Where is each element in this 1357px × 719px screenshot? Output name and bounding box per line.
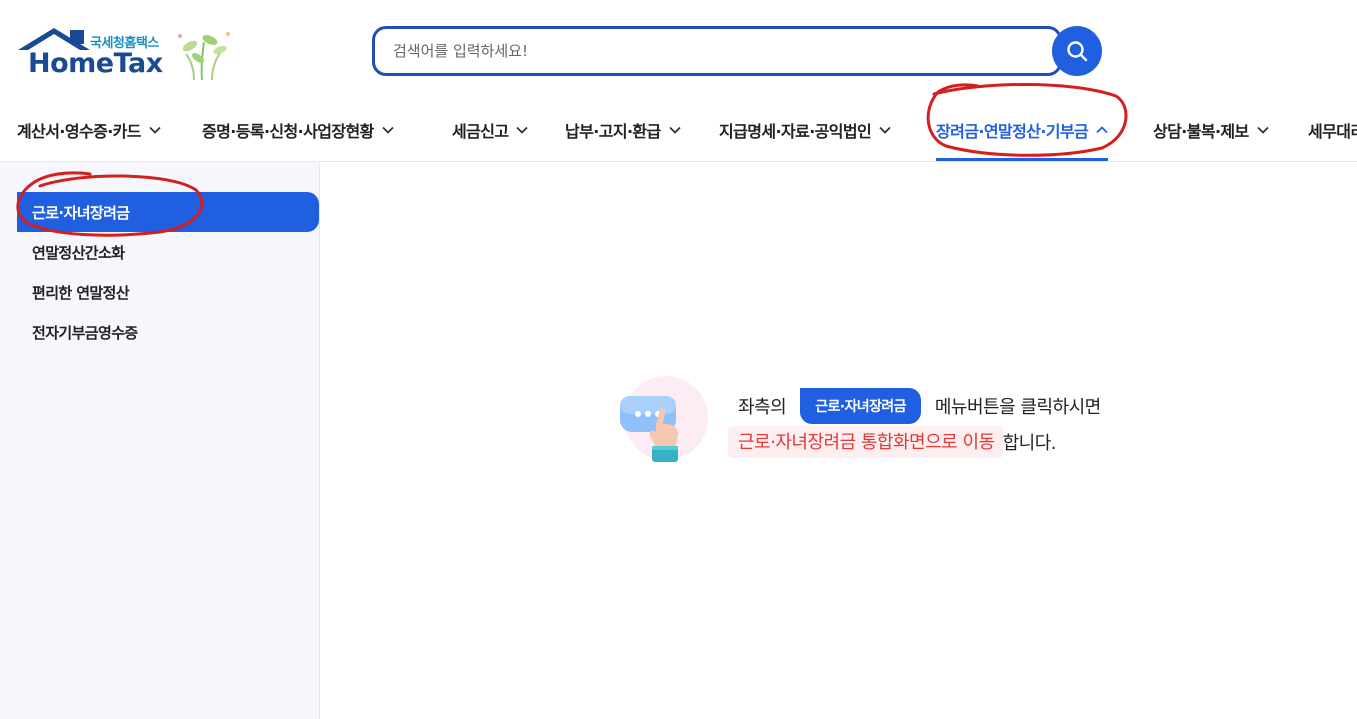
nav-item-tax-agent[interactable]: 세무대리	[1308, 100, 1357, 160]
nav-item-label: 세금신고	[452, 122, 509, 141]
chevron-down-icon	[516, 126, 529, 134]
guide-line-1: 좌측의 근로·자녀장려금 메뉴버튼을 클릭하시면	[738, 388, 1101, 424]
search-input[interactable]	[393, 29, 1033, 73]
guide-prefix: 좌측의	[738, 397, 787, 418]
nav-item-label: 증명·등록·신청·사업장현황	[202, 122, 374, 141]
nav-item-label: 장려금·연말정산·기부금	[936, 122, 1089, 141]
sidebar: 근로·자녀장려금 연말정산간소화 편리한 연말정산 전자기부금영수증	[0, 162, 320, 719]
guide-highlight: 근로·자녀장려금 통합화면으로 이동	[728, 426, 1003, 458]
sidebar-item-label: 편리한 연말정산	[32, 283, 130, 302]
search-icon	[1067, 41, 1088, 62]
chevron-down-icon	[669, 126, 681, 134]
search-box	[372, 26, 1062, 76]
nav-item-payment-statement[interactable]: 지급명세·자료·공익법인	[719, 100, 891, 160]
sidebar-item-donation-receipt[interactable]: 전자기부금영수증	[17, 312, 319, 352]
nav-item-label: 납부·고지·환급	[565, 122, 661, 141]
nav-item-payment-refund[interactable]: 납부·고지·환급	[565, 100, 681, 160]
nav-item-label: 계산서·영수증·카드	[17, 122, 142, 141]
chevron-down-icon	[149, 126, 161, 134]
nav-item-certificate-registration[interactable]: 증명·등록·신청·사업장현황	[202, 100, 394, 160]
nav-item-tax-filing[interactable]: 세금신고	[452, 100, 529, 160]
nav-item-consultation[interactable]: 상담·불복·제보	[1153, 100, 1269, 160]
hometax-logo[interactable]: 국세청홈택스 HomeTax	[14, 26, 234, 82]
sidebar-item-earned-child-incentive[interactable]: 근로·자녀장려금	[17, 192, 319, 232]
pointing-hand-icon	[620, 376, 708, 462]
sidebar-item-year-end-simplified[interactable]: 연말정산간소화	[17, 232, 319, 272]
search-button[interactable]	[1052, 26, 1102, 76]
nav-item-label: 세무대리	[1308, 122, 1357, 141]
guide-message: 좌측의 근로·자녀장려금 메뉴버튼을 클릭하시면 근로·자녀장려금 통합화면으로…	[612, 374, 1172, 484]
chevron-down-icon	[382, 126, 394, 134]
logo-text: HomeTax	[28, 48, 163, 79]
guide-suffix: 메뉴버튼을 클릭하시면	[934, 397, 1101, 418]
sidebar-item-label: 전자기부금영수증	[32, 323, 138, 342]
chevron-down-icon	[1257, 126, 1269, 134]
nav-item-label: 지급명세·자료·공익법인	[719, 122, 872, 141]
sidebar-item-label: 연말정산간소화	[32, 243, 125, 262]
nav-item-label: 상담·불복·제보	[1153, 122, 1249, 141]
chevron-up-icon	[1096, 126, 1108, 134]
guide-line-2: 근로·자녀장려금 통합화면으로 이동 합니다.	[728, 426, 1056, 458]
nav-item-incentive-year-end[interactable]: 장려금·연말정산·기부금	[936, 100, 1109, 161]
chevron-down-icon	[879, 126, 891, 134]
sidebar-item-easy-year-end[interactable]: 편리한 연말정산	[17, 272, 319, 312]
nav-item-invoice-receipt-card[interactable]: 계산서·영수증·카드	[17, 100, 161, 160]
guide-end: 합니다.	[1002, 433, 1057, 454]
guide-menu-pill: 근로·자녀장려금	[800, 388, 921, 424]
sidebar-item-label: 근로·자녀장려금	[32, 203, 130, 222]
plant-icon	[178, 32, 230, 81]
main-nav: 계산서·영수증·카드 증명·등록·신청·사업장현황 세금신고 납부·고지·환급 …	[0, 100, 1357, 162]
